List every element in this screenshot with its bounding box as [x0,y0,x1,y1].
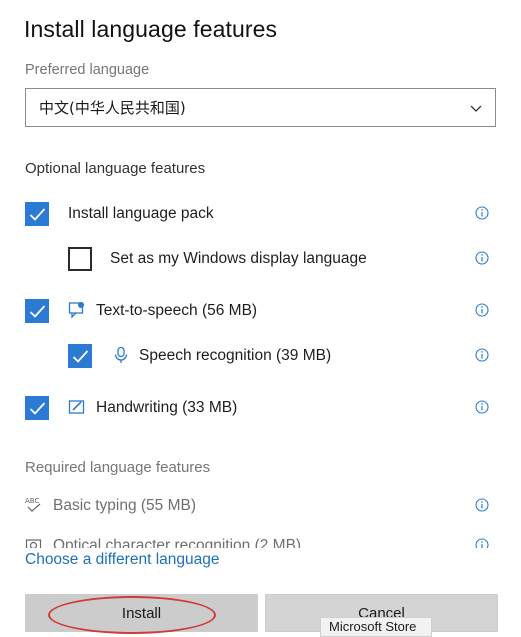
info-icon[interactable] [475,348,489,362]
info-icon[interactable] [475,251,489,265]
option-set-display-language: Set as my Windows display language [0,241,521,275]
optional-features-header: Optional language features [25,160,206,177]
info-icon[interactable] [475,303,489,317]
checkmark-icon [72,350,89,363]
taskbar-tooltip: Microsoft Store [320,617,432,637]
info-icon[interactable] [475,400,489,414]
info-icon[interactable] [475,538,489,548]
ocr-label: Optical character recognition (2 MB) [53,537,302,548]
install-language-pack-label: Install language pack [68,205,214,222]
option-speech-recognition: Speech recognition (39 MB) [0,338,521,372]
preferred-language-label: Preferred language [25,62,150,78]
checkmark-icon [29,208,46,221]
speech-recognition-checkbox[interactable] [68,344,92,368]
speech-bubble-icon [68,302,84,319]
basic-typing-label: Basic typing (55 MB) [53,497,196,514]
option-text-to-speech: Text-to-speech (56 MB) [0,293,521,327]
speech-recognition-label: Speech recognition (39 MB) [139,347,332,364]
handwriting-checkbox[interactable] [25,396,49,420]
checkmark-icon [29,305,46,318]
camera-icon [25,539,42,548]
text-to-speech-checkbox[interactable] [25,299,49,323]
install-button[interactable]: Install [25,594,258,632]
chevron-down-icon [470,105,482,112]
svg-text:ABC: ABC [25,497,39,505]
required-basic-typing: ABC Basic typing (55 MB) [0,488,521,522]
required-ocr: Optical character recognition (2 MB) [0,533,521,548]
set-display-language-label: Set as my Windows display language [110,250,367,267]
preferred-language-value: 中文(中华人民共和国) [39,99,186,117]
choose-different-language-link[interactable]: Choose a different language [25,551,226,569]
preferred-language-select[interactable]: 中文(中华人民共和国) [25,88,496,127]
install-language-pack-checkbox[interactable] [25,202,49,226]
set-display-language-checkbox[interactable] [68,247,92,271]
info-icon[interactable] [475,206,489,220]
required-features-header: Required language features [25,459,211,476]
microphone-icon [114,346,128,363]
abc-icon: ABC [25,497,41,512]
checkmark-icon [29,402,46,415]
option-handwriting: Handwriting (33 MB) [0,390,521,424]
text-to-speech-label: Text-to-speech (56 MB) [96,302,258,319]
page-title: Install language features [24,16,278,42]
pen-icon [68,400,85,414]
option-install-language-pack: Install language pack [0,196,521,230]
handwriting-label: Handwriting (33 MB) [96,399,238,416]
info-icon[interactable] [475,498,489,512]
